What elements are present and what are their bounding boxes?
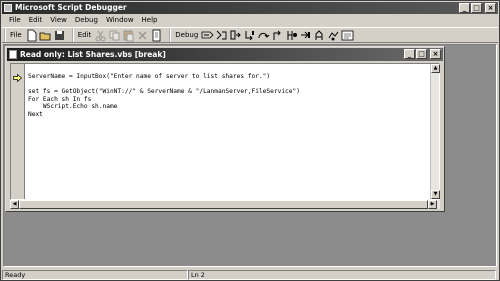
clear-breakpoints-icon[interactable]	[299, 29, 312, 42]
copy-icon[interactable]	[108, 29, 121, 42]
debug-toolbar: Debug	[169, 28, 358, 42]
current-statement-arrow-icon	[13, 74, 22, 82]
breakpoint-gutter[interactable]	[11, 64, 25, 199]
script-document-window: Read only: List Shares.vbs [break] _ □ ×…	[5, 46, 445, 212]
step-into-icon[interactable]	[243, 29, 256, 42]
save-disk-icon[interactable]	[53, 29, 66, 42]
code-line: Next	[28, 110, 43, 118]
find-icon[interactable]	[150, 29, 163, 42]
call-stack-icon[interactable]	[327, 29, 340, 42]
running-documents-icon[interactable]	[313, 29, 326, 42]
scroll-down-icon[interactable]: ▼	[431, 190, 440, 199]
line-position: Ln 2	[188, 269, 496, 280]
app-icon	[4, 4, 12, 12]
document-icon	[9, 50, 17, 59]
document-maximize-button[interactable]: □	[416, 49, 427, 59]
delete-icon[interactable]	[136, 29, 149, 42]
close-button[interactable]: ×	[485, 3, 496, 13]
mdi-workspace: Read only: List Shares.vbs [break] _ □ ×…	[3, 44, 497, 267]
step-out-icon[interactable]	[271, 29, 284, 42]
window-title: Microsoft Script Debugger	[15, 3, 127, 12]
code-line: set fs = GetObject("WinNT://" & ServerNa…	[28, 88, 300, 96]
scroll-left-icon[interactable]: ◀	[10, 200, 19, 209]
status-bar: Ready Ln 2	[2, 269, 498, 280]
scroll-thumb[interactable]	[19, 200, 428, 209]
edit-toolbar-label: Edit	[77, 31, 92, 39]
menu-debug[interactable]: Debug	[71, 15, 102, 26]
open-folder-icon[interactable]	[39, 29, 52, 42]
code-line: WScript.Echo sh.name	[28, 103, 118, 111]
menu-edit[interactable]: Edit	[25, 15, 47, 26]
step-over-icon[interactable]	[257, 29, 270, 42]
menu-file[interactable]: File	[5, 15, 25, 26]
menu-window[interactable]: Window	[102, 15, 138, 26]
run-icon[interactable]	[201, 29, 214, 42]
document-close-button[interactable]: ×	[430, 49, 441, 59]
break-at-next-icon[interactable]	[229, 29, 242, 42]
toggle-breakpoint-icon[interactable]	[285, 29, 298, 42]
file-toolbar: File	[4, 28, 70, 42]
scroll-up-icon[interactable]: ▲	[431, 64, 440, 73]
code-editor[interactable]: ServerName = InputBox("Enter name of ser…	[10, 63, 440, 200]
command-window-icon[interactable]	[341, 29, 354, 42]
maximize-button[interactable]: □	[471, 3, 482, 13]
menu-help[interactable]: Help	[138, 15, 162, 26]
script-debugger-window: Microsoft Script Debugger _ □ × File Edi…	[0, 0, 500, 281]
scroll-right-icon[interactable]: ▶	[428, 200, 437, 209]
document-title-bar[interactable]: Read only: List Shares.vbs [break] _ □ ×	[7, 48, 443, 61]
vertical-scrollbar[interactable]: ▲ ▼	[430, 64, 440, 199]
code-line: ​	[28, 81, 427, 89]
title-bar[interactable]: Microsoft Script Debugger _ □ ×	[2, 2, 498, 14]
document-minimize-button[interactable]: _	[404, 49, 415, 59]
code-line: ServerName = InputBox("Enter name of ser…	[28, 73, 271, 80]
code-line: For Each sh In fs	[28, 95, 92, 103]
code-text[interactable]: ServerName = InputBox("Enter name of ser…	[28, 73, 427, 119]
minimize-button[interactable]: _	[459, 3, 470, 13]
paste-icon[interactable]	[122, 29, 135, 42]
document-title: Read only: List Shares.vbs [break]	[20, 50, 166, 59]
debug-toolbar-label: Debug	[175, 31, 199, 39]
cut-icon[interactable]	[94, 29, 107, 42]
menu-bar: File Edit View Debug Window Help	[2, 15, 498, 26]
horizontal-scrollbar[interactable]: ◀ ▶	[10, 200, 440, 209]
new-document-icon[interactable]	[25, 29, 38, 42]
menu-view[interactable]: View	[46, 15, 71, 26]
stop-debugging-icon[interactable]	[215, 29, 228, 42]
file-toolbar-label: File	[10, 31, 22, 39]
toolbar: File Edit Debug	[2, 27, 498, 43]
edit-toolbar: Edit	[71, 28, 168, 42]
status-text: Ready	[2, 269, 188, 280]
